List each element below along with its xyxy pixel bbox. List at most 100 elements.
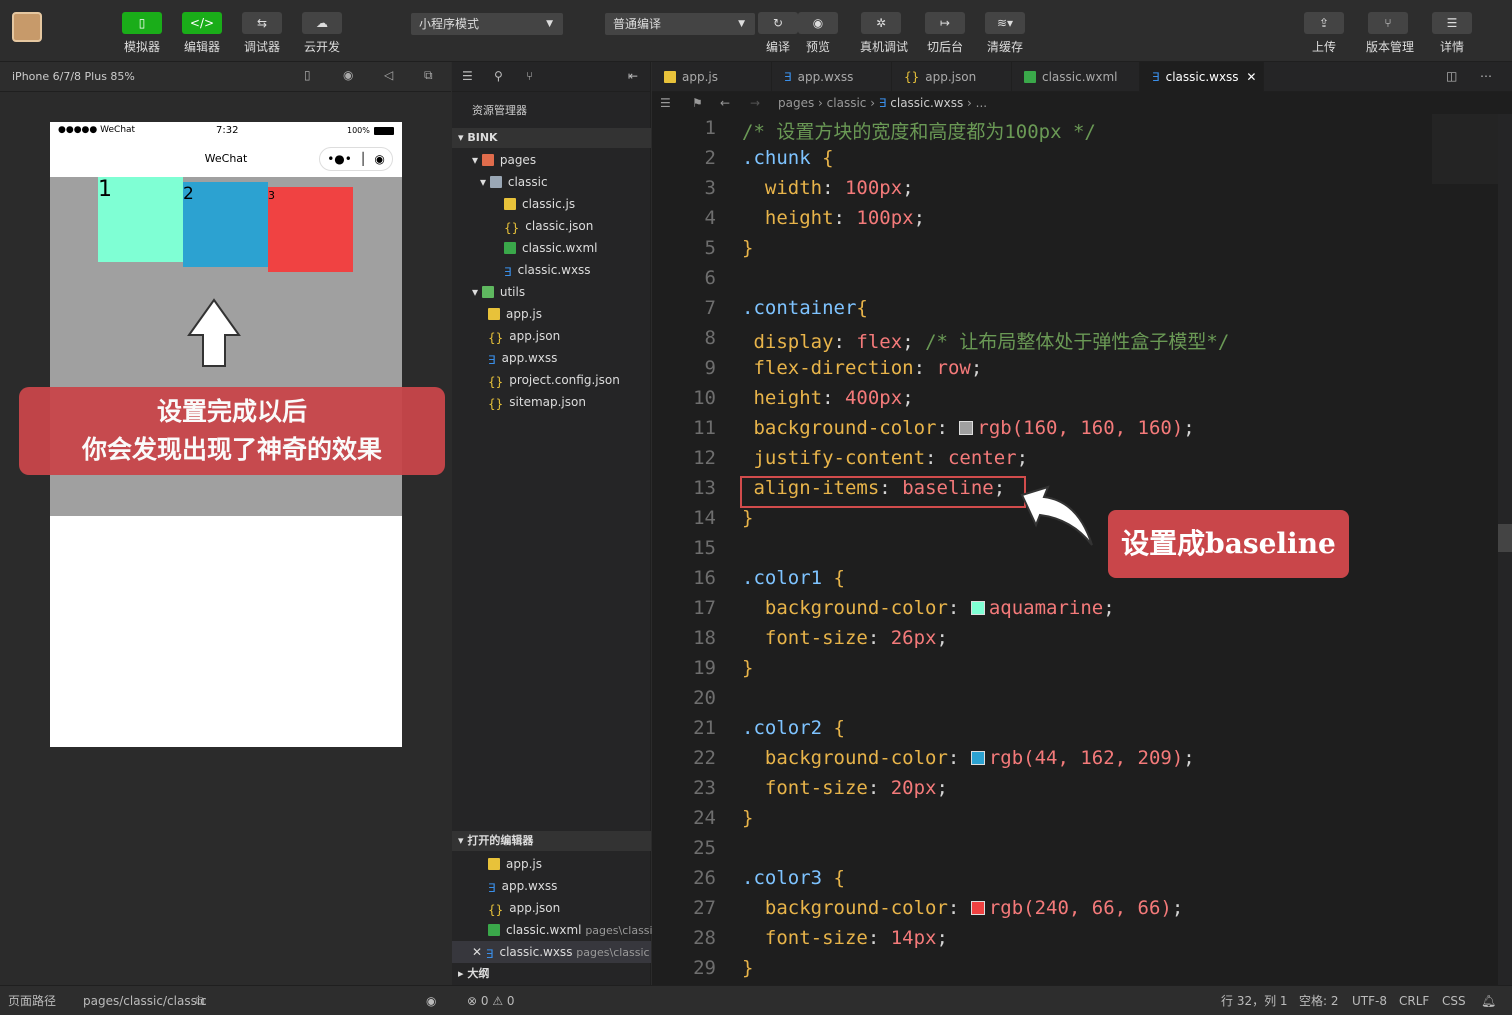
- copy-icon[interactable]: ⧉: [196, 986, 205, 1015]
- tree-item-classic-json[interactable]: {} classic.json: [504, 215, 593, 237]
- chevron-down-icon: ▼: [546, 19, 553, 29]
- tab-app-wxss[interactable]: ∃ app.wxss: [772, 62, 892, 92]
- json-file-icon: {}: [488, 903, 504, 917]
- code-line-29: }: [742, 957, 754, 979]
- tab-app-js[interactable]: app.js: [652, 62, 772, 92]
- tree-item-app-js[interactable]: app.js: [488, 303, 542, 325]
- background-button[interactable]: ↦ 切后台: [924, 12, 966, 56]
- line-number: 21: [693, 717, 716, 739]
- git-icon[interactable]: ⑂: [526, 69, 533, 83]
- upload-button[interactable]: ⇪ 上传: [1303, 12, 1345, 56]
- indent-setting[interactable]: 空格: 2: [1299, 986, 1339, 1015]
- back-icon[interactable]: ←: [720, 92, 730, 114]
- eye-icon[interactable]: ◉: [426, 986, 436, 1015]
- open-editor-app-js[interactable]: app.js: [488, 853, 542, 875]
- cursor-position[interactable]: 行 32，列 1: [1221, 986, 1288, 1015]
- page-path-label[interactable]: 页面路径: [8, 986, 56, 1015]
- simulator-button[interactable]: ▯ 模拟器: [121, 12, 163, 56]
- more-icon[interactable]: ⋯: [1480, 69, 1492, 83]
- css-file-icon: ∃: [1152, 70, 1160, 84]
- folder-icon: [481, 154, 494, 166]
- open-editor-classic-wxss[interactable]: ✕ ∃ classic.wxss pages\classic: [452, 941, 651, 963]
- popout-icon[interactable]: ⧉: [424, 68, 433, 83]
- collapse-icon[interactable]: ⇤: [628, 69, 638, 83]
- record-icon[interactable]: ◉: [343, 68, 353, 82]
- version-button[interactable]: ⑂ 版本管理: [1366, 12, 1414, 56]
- open-editor-app-wxss[interactable]: ∃ app.wxss: [488, 875, 557, 897]
- tree-item-classic-wxss[interactable]: ∃ classic.wxss: [504, 259, 591, 281]
- close-icon[interactable]: ✕: [1246, 70, 1256, 84]
- tab-classic-wxml[interactable]: classic.wxml: [1012, 62, 1140, 92]
- open-editor-classic-wxml[interactable]: classic.wxml pages\classic: [488, 919, 659, 941]
- list-icon[interactable]: ☰: [462, 69, 473, 83]
- debugger-button[interactable]: ⇆ 调试器: [241, 12, 283, 56]
- tree-item-project-config[interactable]: {} project.config.json: [488, 369, 620, 391]
- compile-button[interactable]: ↻ 编译: [757, 12, 799, 56]
- layers-icon: ≋▾: [985, 12, 1025, 34]
- language-mode[interactable]: CSS: [1442, 986, 1466, 1015]
- outline-header[interactable]: ▸ 大纲: [458, 963, 489, 985]
- tab-classic-wxss[interactable]: ∃ classic.wxss ✕: [1140, 62, 1264, 92]
- details-button[interactable]: ☰ 详情: [1431, 12, 1473, 56]
- code-icon: </>: [182, 12, 222, 34]
- tree-item-pages[interactable]: ▾ pages: [472, 149, 536, 171]
- bookmark-icon[interactable]: ⚑: [692, 92, 703, 114]
- color-swatch[interactable]: [970, 901, 985, 915]
- status-bar: 页面路径 pages/classic/classic ⧉ ◉ ⊗ 0 ⚠ 0 行…: [0, 985, 1512, 1015]
- wechat-nav-bar: WeChat •●• │ ◉: [50, 140, 402, 177]
- code-line-23: font-size: 20px;: [764, 777, 948, 799]
- close-icon[interactable]: ✕: [472, 945, 482, 959]
- capsule-menu[interactable]: •●• │ ◉: [319, 147, 393, 171]
- open-editor-app-json[interactable]: {} app.json: [488, 897, 560, 919]
- mode-select[interactable]: 小程序模式 ▼: [411, 13, 563, 35]
- list-icon[interactable]: ☰: [660, 92, 671, 114]
- project-header[interactable]: ▾ BINK: [452, 128, 651, 148]
- line-number: 9: [704, 357, 716, 379]
- code-line-22: background-color: rgb(44, 162, 209);: [764, 747, 1195, 769]
- compile-select[interactable]: 普通编译 ▼: [605, 13, 755, 35]
- tree-item-classic[interactable]: ▾ classic: [480, 171, 548, 193]
- volume-icon[interactable]: ◁: [384, 68, 393, 82]
- editor-button[interactable]: </> 编辑器: [181, 12, 223, 56]
- line-number: 29: [693, 957, 716, 979]
- phone-status-bar: ●●●●● WeChat 7:32 100%: [50, 122, 402, 140]
- encoding[interactable]: UTF-8: [1352, 986, 1387, 1015]
- tab-app-json[interactable]: {} app.json: [892, 62, 1012, 92]
- forward-icon[interactable]: →: [750, 92, 760, 114]
- more-icon[interactable]: •●•: [327, 152, 352, 166]
- open-editors-header[interactable]: ▾ 打开的编辑器: [452, 831, 651, 851]
- line-number: 3: [704, 177, 716, 199]
- scrollbar[interactable]: [1498, 114, 1512, 985]
- line-number: 14: [693, 507, 716, 529]
- tree-item-app-wxss[interactable]: ∃ app.wxss: [488, 347, 557, 369]
- search-icon[interactable]: ⚲: [494, 69, 503, 83]
- debug-icon: ⇆: [242, 12, 282, 34]
- bug-icon: ✲: [861, 12, 901, 34]
- preview-button[interactable]: ◉ 预览: [797, 12, 839, 56]
- bell-icon[interactable]: 🔔︎: [1481, 986, 1496, 1015]
- color-swatch[interactable]: [970, 601, 985, 615]
- minimap[interactable]: [1432, 114, 1498, 184]
- tree-item-classic-wxml[interactable]: classic.wxml: [504, 237, 597, 259]
- eol[interactable]: CRLF: [1399, 986, 1429, 1015]
- device-select[interactable]: iPhone 6/7/8 Plus 85%: [12, 70, 135, 83]
- tree-item-classic-js[interactable]: classic.js: [504, 193, 575, 215]
- code-line-19: }: [742, 657, 754, 679]
- problems-indicator[interactable]: ⊗ 0 ⚠ 0: [467, 986, 515, 1015]
- color-swatch[interactable]: [970, 751, 985, 765]
- code-line-1: /* 设置方块的宽度和高度都为100px */: [742, 121, 1096, 143]
- phone-icon[interactable]: ▯: [304, 68, 311, 82]
- color-swatch[interactable]: [959, 421, 974, 435]
- code-line-27: background-color: rgb(240, 66, 66);: [764, 897, 1184, 919]
- tree-item-sitemap[interactable]: {} sitemap.json: [488, 391, 586, 413]
- tree-item-app-json[interactable]: {} app.json: [488, 325, 560, 347]
- clear-cache-button[interactable]: ≋▾ 清缓存: [984, 12, 1026, 56]
- line-number: 15: [693, 537, 716, 559]
- split-editor-icon[interactable]: ◫: [1446, 69, 1457, 83]
- close-target-icon[interactable]: ◉: [374, 152, 384, 166]
- real-debug-button[interactable]: ✲ 真机调试: [860, 12, 908, 56]
- line-number: 23: [693, 777, 716, 799]
- top-toolbar: ▯ 模拟器 </> 编辑器 ⇆ 调试器 ☁ 云开发 小程序模式 ▼ 普通编译 ▼ ↻ 编译 ◉…: [0, 0, 1512, 62]
- cloud-button[interactable]: ☁ 云开发: [301, 12, 343, 56]
- tree-item-utils[interactable]: ▾ utils: [472, 281, 525, 303]
